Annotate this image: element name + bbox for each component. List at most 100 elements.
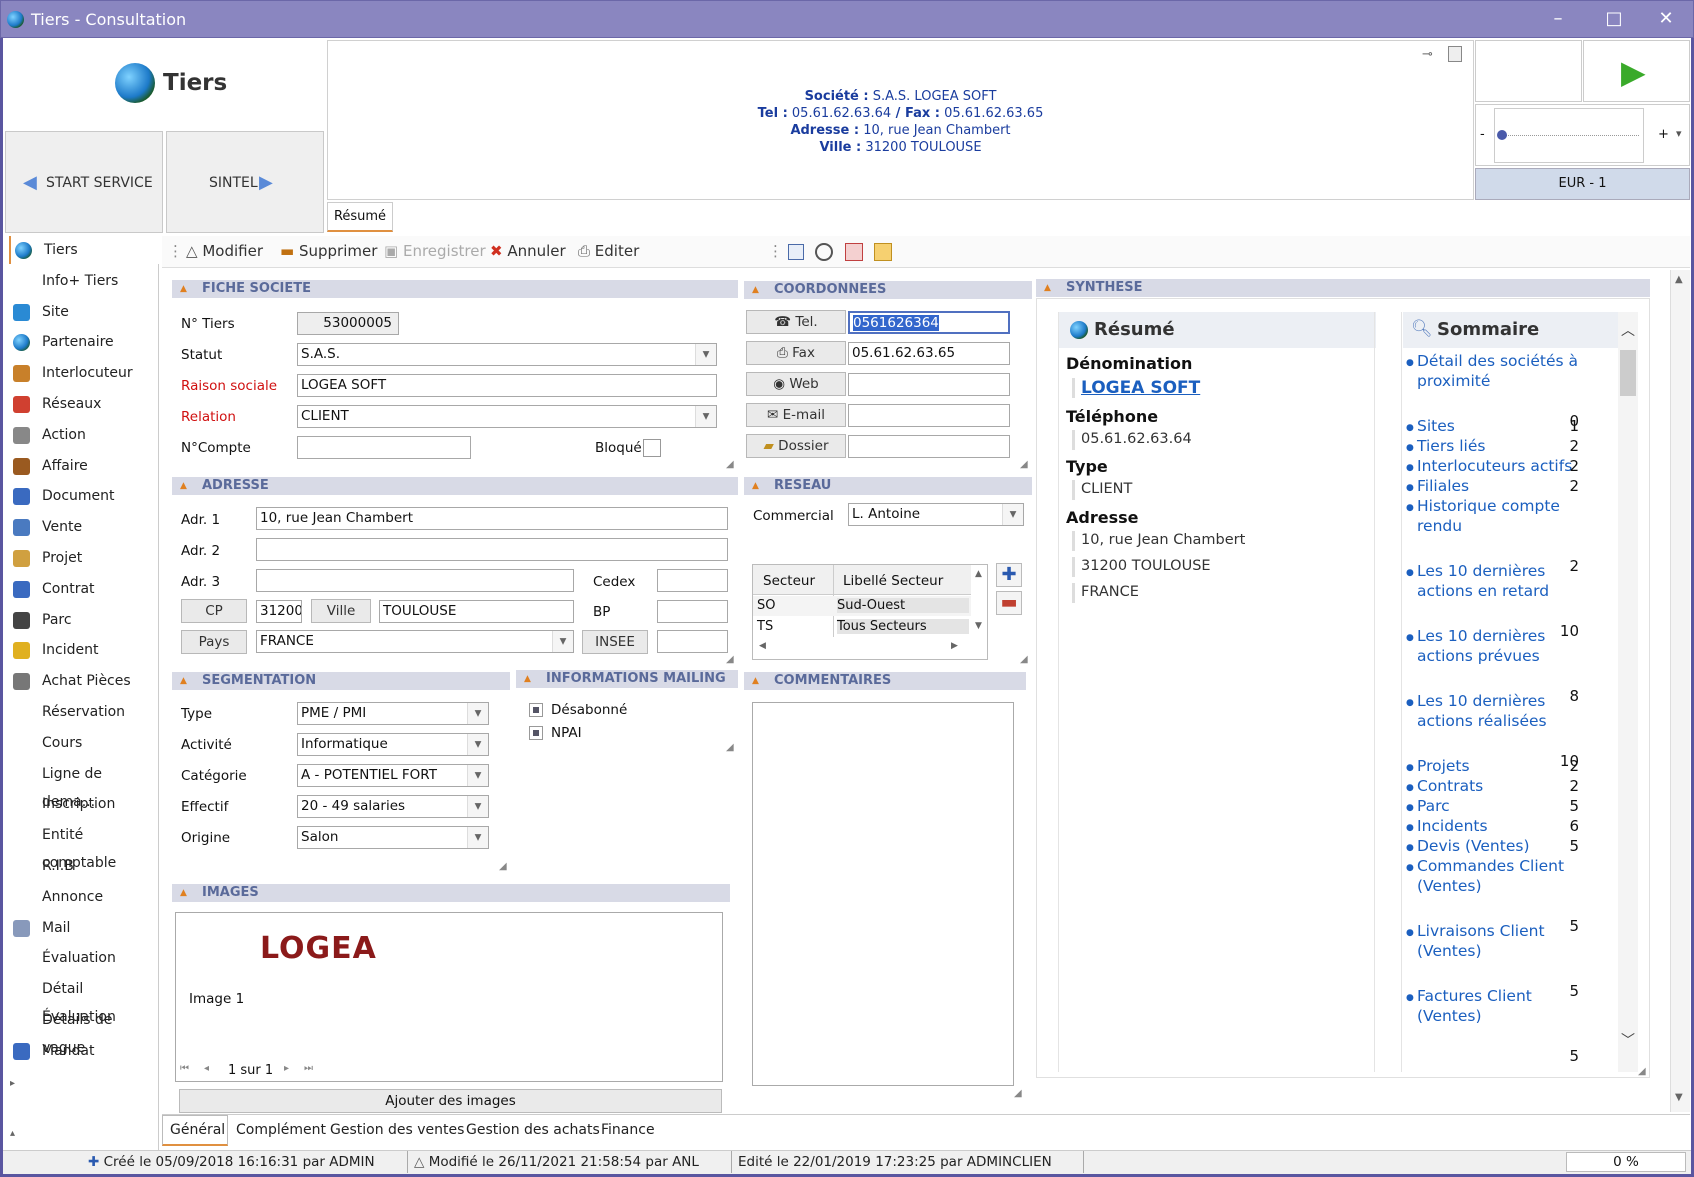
bloque-checkbox[interactable] xyxy=(643,439,661,457)
pin-icon[interactable]: ⊸ xyxy=(1422,47,1433,62)
sintel-button[interactable]: SINTEL ▶ xyxy=(166,131,324,233)
close-icon[interactable]: ✕ xyxy=(1651,7,1681,31)
tab-complement[interactable]: Complément xyxy=(236,1122,326,1138)
chevron-up-icon[interactable]: ︿ xyxy=(1621,320,1635,340)
categorie-select[interactable]: A - POTENTIEL FORT xyxy=(297,764,489,787)
sidebar-item-26[interactable]: Mandat xyxy=(9,1037,159,1065)
sommaire-link-line2[interactable]: (Ventes) xyxy=(1417,1007,1482,1025)
email-field[interactable] xyxy=(848,404,1010,427)
tab-resume[interactable]: Résumé xyxy=(327,202,393,232)
fax-button[interactable]: ⎙ Fax xyxy=(746,341,846,365)
sidebar-item-24[interactable]: Détail Évaluation xyxy=(9,975,159,1025)
add-secteur-button[interactable]: ✚ xyxy=(996,563,1022,587)
adr3-field[interactable] xyxy=(256,569,574,592)
resize-grip-icon[interactable]: ◢ xyxy=(1020,459,1028,470)
currency-label[interactable]: EUR - 1 xyxy=(1475,168,1690,200)
sidebar-item-19[interactable]: Entité comptable xyxy=(9,821,159,871)
sommaire-link[interactable]: Contrats xyxy=(1417,777,1483,795)
mailing-header[interactable]: INFORMATIONS MAILING xyxy=(516,670,738,688)
sommaire-link[interactable]: Sites xyxy=(1417,417,1455,435)
sidebar-item-5[interactable]: Réseaux xyxy=(9,390,159,418)
sommaire-link-line2[interactable]: actions réalisées xyxy=(1417,712,1547,730)
reseau-header[interactable]: RESEAU xyxy=(744,477,1032,495)
tab-general-label[interactable]: Général xyxy=(170,1122,225,1138)
sidebar-item-16[interactable]: Cours xyxy=(9,729,159,757)
sommaire-link[interactable]: Filiales xyxy=(1417,477,1469,495)
zoom-slider[interactable]: - + ▾ xyxy=(1475,104,1690,166)
note-icon[interactable] xyxy=(874,243,892,261)
secteur-grid[interactable]: Secteur Libellé Secteur SO Sud-Ouest TS … xyxy=(752,564,988,660)
slider-plus[interactable]: + xyxy=(1658,127,1669,142)
sommaire-link[interactable]: Les 10 dernières xyxy=(1417,627,1545,645)
adr1-field[interactable]: 10, rue Jean Chambert xyxy=(256,507,728,530)
statut-select[interactable]: S.A.S. xyxy=(297,343,717,366)
first-page-icon[interactable]: ⏮ xyxy=(180,1063,189,1074)
sidebar-item-15[interactable]: Réservation xyxy=(9,698,159,726)
modifier-button[interactable]: △ Modifier xyxy=(186,242,263,260)
activite-select[interactable]: Informatique xyxy=(297,733,489,756)
commentaires-field[interactable] xyxy=(752,702,1014,1086)
commentaires-header[interactable]: COMMENTAIRES xyxy=(744,672,1026,690)
tab-gestion-achats[interactable]: Gestion des achats xyxy=(466,1122,600,1138)
relation-select[interactable]: CLIENT xyxy=(297,405,717,428)
coordonnees-header[interactable]: COORDONNEES xyxy=(744,281,1032,299)
tel-button[interactable]: ☎ Tel. xyxy=(746,310,846,334)
pays-button[interactable]: Pays xyxy=(181,630,247,654)
minimize-icon[interactable]: – xyxy=(1543,7,1573,31)
fax-field[interactable]: 05.61.62.63.65 xyxy=(848,342,1010,365)
denomination-link[interactable]: LOGEA SOFT xyxy=(1081,378,1200,398)
editer-button[interactable]: ⎙ Editer xyxy=(578,242,639,260)
copy-icon[interactable] xyxy=(1448,46,1462,62)
sommaire-link-line2[interactable]: (Ventes) xyxy=(1417,942,1482,960)
pays-select[interactable]: FRANCE xyxy=(256,630,574,653)
sommaire-link[interactable]: Factures Client xyxy=(1417,987,1532,1005)
resize-grip-icon[interactable]: ◢ xyxy=(1014,1088,1022,1099)
sidebar-item-9[interactable]: Vente xyxy=(9,513,159,541)
sidebar-item-18[interactable]: Inscription xyxy=(9,790,159,818)
sidebar-item-14[interactable]: Achat Pièces xyxy=(9,667,159,695)
desabonne-checkbox[interactable] xyxy=(529,703,543,717)
sidebar-item-21[interactable]: Annonce xyxy=(9,883,159,911)
segmentation-header[interactable]: SEGMENTATION xyxy=(172,672,510,690)
commercial-select[interactable]: L. Antoine xyxy=(848,503,1024,526)
cedex-field[interactable] xyxy=(657,569,728,592)
windows-icon[interactable] xyxy=(845,243,863,261)
slider-minus[interactable]: - xyxy=(1480,127,1485,142)
dossier-field[interactable] xyxy=(848,435,1010,458)
last-page-icon[interactable]: ⏭ xyxy=(304,1063,313,1074)
prev-page-icon[interactable]: ◂ xyxy=(204,1063,209,1074)
maximize-icon[interactable]: □ xyxy=(1599,7,1629,31)
tab-gestion-ventes[interactable]: Gestion des ventes xyxy=(330,1122,464,1138)
chevron-down-icon[interactable]: ▾ xyxy=(1676,127,1682,140)
web-button[interactable]: ◉ Web xyxy=(746,372,846,396)
dossier-button[interactable]: ▰ Dossier xyxy=(746,434,846,458)
sommaire-link[interactable]: Les 10 dernières xyxy=(1417,562,1545,580)
collapse-icon[interactable]: ▴ xyxy=(10,1128,15,1139)
sidebar-item-2[interactable]: Site xyxy=(9,298,159,326)
sommaire-link-line2[interactable]: actions en retard xyxy=(1417,582,1549,600)
grid-header-libelle[interactable]: Libellé Secteur xyxy=(843,573,943,589)
grid-header-secteur[interactable]: Secteur xyxy=(763,573,815,589)
sommaire-link[interactable]: Les 10 dernières xyxy=(1417,692,1545,710)
sidebar-item-1[interactable]: Info+ Tiers xyxy=(9,267,159,295)
resize-grip-icon[interactable]: ◢ xyxy=(726,742,734,753)
sidebar-item-6[interactable]: Action xyxy=(9,421,159,449)
images-header[interactable]: IMAGES xyxy=(172,884,730,902)
scroll-left-icon[interactable]: ◀ xyxy=(759,641,766,651)
calendar-icon[interactable] xyxy=(788,244,804,260)
scroll-right-icon[interactable]: ▶ xyxy=(951,641,958,651)
adr2-field[interactable] xyxy=(256,538,728,561)
scroll-up-icon[interactable]: ▲ xyxy=(975,569,982,579)
sidebar-item-13[interactable]: Incident xyxy=(9,636,159,664)
supprimer-button[interactable]: ▬ Supprimer xyxy=(280,242,377,260)
sommaire-link[interactable]: Historique compte xyxy=(1417,497,1560,515)
sommaire-link[interactable]: Commandes Client xyxy=(1417,857,1564,875)
play-button[interactable]: ▶ xyxy=(1583,40,1690,102)
clock-icon[interactable] xyxy=(815,243,833,261)
ville-field[interactable]: TOULOUSE xyxy=(379,600,574,623)
sidebar-item-22[interactable]: Mail xyxy=(9,914,159,942)
start-service-button[interactable]: ◀ START SERVICE xyxy=(5,131,163,233)
sidebar-item-12[interactable]: Parc xyxy=(9,606,159,634)
table-row[interactable]: TS Tous Secteurs xyxy=(753,617,971,637)
sidebar-item-11[interactable]: Contrat xyxy=(9,575,159,603)
